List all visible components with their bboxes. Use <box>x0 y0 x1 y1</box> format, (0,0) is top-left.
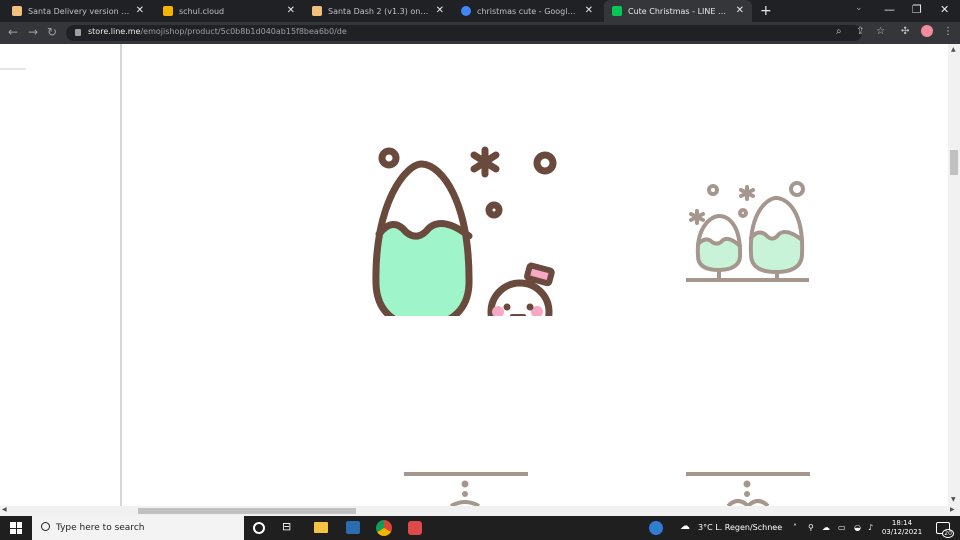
scroll-left-arrow-icon[interactable]: ◀ <box>2 506 7 513</box>
chrome-icon[interactable] <box>376 520 392 536</box>
window-close-icon[interactable]: ✕ <box>940 3 949 16</box>
windows-taskbar: Type here to search ⊟ ☁ 3°C L. Regen/Sch… <box>0 516 960 540</box>
extensions-icon[interactable]: ✣ <box>901 26 909 37</box>
restore-icon[interactable]: ❐ <box>912 3 922 16</box>
close-icon[interactable]: ✕ <box>287 6 295 16</box>
close-icon[interactable]: ✕ <box>585 6 593 16</box>
photos-app-icon[interactable] <box>346 521 360 534</box>
notification-center-icon[interactable]: 20 <box>936 522 954 538</box>
tab-schul-cloud[interactable]: schul.cloud ✕ <box>155 0 303 22</box>
emoji-next-row-left[interactable] <box>404 472 528 506</box>
scroll-right-arrow-icon[interactable]: ▶ <box>950 506 955 513</box>
browser-toolbar: ← → ↻ store.line.me/emojishop/product/5c… <box>0 22 960 44</box>
schulcloud-icon <box>163 6 173 16</box>
tab-title: christmas cute - Google Suche <box>477 6 579 16</box>
url-path: /emojishop/product/5c0b8b1d040ab15f8bea6… <box>140 27 347 36</box>
vertical-scrollbar[interactable]: ▲ ▼ <box>948 44 960 506</box>
horizontal-scrollbar[interactable]: ◀ ▶ <box>0 506 960 516</box>
task-view-icon[interactable]: ⊟ <box>282 520 298 536</box>
url-host: store.line.me <box>88 27 141 36</box>
new-tab-button[interactable]: + <box>760 3 772 19</box>
file-explorer-icon[interactable] <box>314 522 328 533</box>
emoji-tree-snowman-large[interactable] <box>360 144 575 316</box>
search-placeholder: Type here to search <box>56 523 145 533</box>
sidebar-divider <box>0 68 26 70</box>
clock-time: 18:14 <box>891 519 913 527</box>
system-clock[interactable]: 18:14 03/12/2021 <box>880 519 924 537</box>
device-icon[interactable]: ⚲ <box>808 523 814 532</box>
tab-santa-delivery[interactable]: Santa Delivery version a lag on S ✕ <box>4 0 152 22</box>
tab-search-icon[interactable]: ⌄ <box>855 3 863 13</box>
windows-start-icon[interactable] <box>10 522 22 534</box>
clock-date: 03/12/2021 <box>881 528 923 536</box>
tab-strip: Santa Delivery version a lag on S ✕ schu… <box>0 0 960 22</box>
lock-icon <box>75 29 81 36</box>
close-icon[interactable]: ✕ <box>136 6 144 16</box>
bookmark-star-icon[interactable]: ☆ <box>876 26 885 37</box>
show-hidden-icons-icon[interactable]: ˄ <box>793 523 797 532</box>
forward-icon[interactable]: → <box>28 25 38 39</box>
vertical-scroll-thumb[interactable] <box>950 150 958 175</box>
tab-santa-dash[interactable]: Santa Dash 2 (v1.3) on Scratch ✕ <box>304 0 452 22</box>
minimize-icon[interactable]: — <box>884 3 895 16</box>
scroll-down-arrow-icon[interactable]: ▼ <box>951 496 956 503</box>
taskbar-search-box[interactable]: Type here to search <box>32 516 244 540</box>
address-bar[interactable]: store.line.me/emojishop/product/5c0b8b1d… <box>66 25 862 41</box>
tab-title: Cute Christmas - LINE Emoji | LIN <box>628 6 730 16</box>
horizontal-scroll-thumb[interactable] <box>138 508 356 514</box>
tab-title: Santa Delivery version a lag on S <box>28 6 130 16</box>
weather-text[interactable]: 3°C L. Regen/Schnee <box>698 523 782 532</box>
tab-title: Santa Dash 2 (v1.3) on Scratch <box>328 6 430 16</box>
emoji-two-trees-small[interactable] <box>684 180 811 284</box>
zoom-icon[interactable]: ⌕ <box>836 26 842 37</box>
tab-line-emoji[interactable]: Cute Christmas - LINE Emoji | LIN ✕ <box>604 0 752 22</box>
tab-title: schul.cloud <box>179 6 225 16</box>
search-icon <box>41 522 50 531</box>
page-content <box>0 44 948 506</box>
emoji-next-row-right[interactable] <box>686 472 810 506</box>
profile-avatar[interactable] <box>921 25 933 37</box>
menu-icon[interactable]: ⋮ <box>943 26 953 37</box>
sidebar-border <box>120 44 122 506</box>
line-icon <box>612 6 622 16</box>
help-icon[interactable] <box>649 521 663 535</box>
onedrive-icon[interactable]: ☁ <box>822 523 830 532</box>
tab-google-search[interactable]: christmas cute - Google Suche ✕ <box>453 0 601 22</box>
close-icon[interactable]: ✕ <box>436 6 444 16</box>
scratch-cat-icon <box>12 6 22 16</box>
battery-icon[interactable]: ▭ <box>838 523 846 532</box>
media-app-icon[interactable] <box>408 521 422 535</box>
share-icon[interactable]: ⇪ <box>856 26 864 37</box>
notification-count: 20 <box>942 529 954 538</box>
google-icon <box>461 6 471 16</box>
close-icon[interactable]: ✕ <box>736 6 744 16</box>
weather-cloud-icon[interactable]: ☁ <box>680 521 690 532</box>
network-icon[interactable]: ◒ <box>854 523 861 532</box>
scratch-cat-icon <box>312 6 322 16</box>
back-icon[interactable]: ← <box>8 25 18 39</box>
cortana-icon[interactable] <box>253 522 265 534</box>
volume-icon[interactable]: ♪ <box>868 523 873 532</box>
reload-icon[interactable]: ↻ <box>47 25 57 39</box>
url-text: store.line.me/emojishop/product/5c0b8b1d… <box>88 27 347 36</box>
scroll-up-arrow-icon[interactable]: ▲ <box>951 46 956 53</box>
